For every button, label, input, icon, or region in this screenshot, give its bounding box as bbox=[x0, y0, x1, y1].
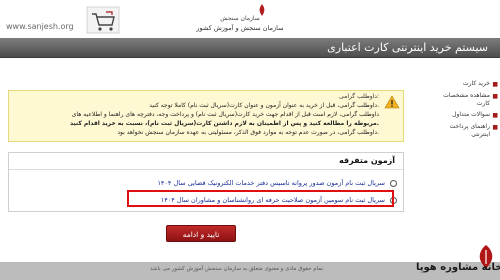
exam-option-label: سریال ثبت نام آزمون صدور پروانه تاسیس دف… bbox=[157, 179, 385, 187]
divider bbox=[9, 169, 403, 170]
footer-text: تمام حقوق مادی و معنوی متعلق به سازمان س… bbox=[150, 266, 324, 272]
sidebar-item-label: خرید کارت bbox=[463, 80, 490, 87]
selection-highlight bbox=[127, 190, 394, 207]
notice-line: داوطلب گرامی، لازم است قبل از اقدام جهت … bbox=[71, 111, 379, 118]
sidebar-item-label: سوالات متداول bbox=[452, 111, 490, 119]
notice-line: داوطلب گرامی، در صورت عدم توجه به موارد … bbox=[117, 129, 379, 136]
confirm-continue-button[interactable]: تایید و ادامه bbox=[166, 225, 236, 242]
bullet-icon: ■ bbox=[492, 112, 498, 120]
badge-text: خانه مشاوره هوپا bbox=[416, 262, 500, 273]
sidebar-nav: ■ خرید کارت ■ مشاهده مشخصات کارت ■ سوالا… bbox=[438, 78, 500, 141]
shopping-cart-icon bbox=[86, 6, 120, 34]
bullet-icon: ■ bbox=[492, 81, 498, 88]
bullet-icon: ■ bbox=[492, 124, 498, 132]
org-name-line2: سازمان سنجش و آموزش کشور bbox=[196, 24, 284, 32]
radio-button[interactable] bbox=[390, 179, 397, 187]
site-badge: خانه مشاوره هوپا bbox=[412, 244, 500, 280]
notice-line: مربوطه را مطالعه کنید و پس از اطمینان به… bbox=[69, 120, 379, 127]
org-name-line1: سازمان سنجش bbox=[220, 15, 260, 22]
page-title: سیستم خرید اینترنتی کارت اعتباری bbox=[327, 41, 488, 54]
sidebar-item-view-card[interactable]: ■ مشاهده مشخصات کارت bbox=[438, 90, 500, 110]
exam-option[interactable]: سریال ثبت نام آزمون صدور پروانه تاسیس دف… bbox=[157, 179, 397, 187]
sidebar-item-payment-guide[interactable]: ■ راهنمای پرداخت اینترنتی bbox=[438, 121, 500, 141]
sidebar-item-buy-card[interactable]: ■ خرید کارت bbox=[438, 78, 500, 90]
exam-group-title: آزمون متفرقه bbox=[339, 156, 395, 165]
site-watermark: www.sanjesh.org bbox=[6, 22, 74, 31]
sidebar-item-faq[interactable]: ■ سوالات متداول bbox=[438, 109, 500, 121]
site-header: سازمان سنجش سازمان سنجش و آموزش کشور bbox=[0, 0, 500, 40]
warning-icon bbox=[384, 95, 400, 109]
title-bar: سیستم خرید اینترنتی کارت اعتباری bbox=[0, 38, 500, 58]
bullet-icon: ■ bbox=[492, 92, 498, 100]
sidebar-item-label: مشاهده مشخصات کارت bbox=[443, 91, 490, 107]
sidebar-item-label: راهنمای پرداخت اینترنتی bbox=[449, 123, 490, 138]
notice-box: داوطلب گرامی: داوطلب گرامی، قبل از خرید … bbox=[8, 90, 404, 142]
notice-title: داوطلب گرامی: bbox=[339, 93, 379, 100]
notice-line: داوطلب گرامی، قبل از خرید به عنوان آزمون… bbox=[149, 102, 379, 109]
